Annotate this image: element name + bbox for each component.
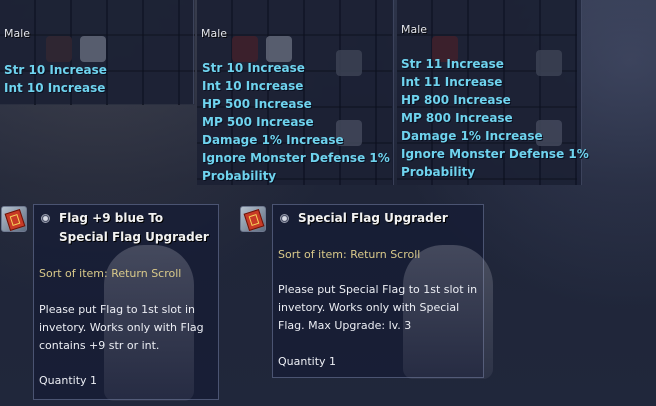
game-screen: Male Str 10 Increase Int 10 Increase Mal… <box>0 0 656 406</box>
item-quantity: Quantity 1 <box>39 374 98 387</box>
stat-line: Ignore Monster Defense 1% <box>401 147 589 161</box>
scroll-book-icon <box>243 208 265 232</box>
stat-tooltip-2: Male Str 10 Increase Int 10 Increase HP … <box>197 0 394 185</box>
gender-label: Male <box>401 23 428 36</box>
stat-line: Probability <box>401 165 476 179</box>
stat-line: Str 11 Increase <box>401 57 504 71</box>
item-title: Flag +9 blue To Special Flag Upgrader <box>59 211 209 244</box>
gender-label: Male <box>4 27 31 40</box>
item-title: Special Flag Upgrader <box>298 211 448 225</box>
stat-line: Str 10 Increase <box>202 61 305 75</box>
item-quantity: Quantity 1 <box>278 355 337 368</box>
stat-line: Int 11 Increase <box>401 75 503 89</box>
item-tooltip-1: Flag +9 blue To Special Flag Upgrader So… <box>33 204 219 401</box>
item-sort: Sort of item: Return Scroll <box>278 248 421 261</box>
stat-tooltip-1: Male Str 10 Increase Int 10 Increase <box>0 0 194 104</box>
stat-line: Str 10 Increase <box>4 63 107 77</box>
return-scroll-icon[interactable] <box>1 206 27 232</box>
stat-tooltip-3: Male Str 11 Increase Int 11 Increase HP … <box>397 0 589 185</box>
item-tooltip-2: Special Flag Upgrader Sort of item: Retu… <box>272 204 493 379</box>
item-description: Please put Flag to 1st slot in invetory.… <box>39 303 204 352</box>
stat-line: MP 800 Increase <box>401 111 513 125</box>
item-description: Please put Special Flag to 1st slot in i… <box>278 283 478 332</box>
item-type-icon <box>280 214 289 223</box>
stat-line: Probability <box>202 169 277 183</box>
stat-line: HP 500 Increase <box>202 97 312 111</box>
item-type-icon <box>41 214 50 223</box>
stat-line: HP 800 Increase <box>401 93 511 107</box>
gender-label: Male <box>201 27 228 40</box>
return-scroll-icon[interactable] <box>240 206 266 232</box>
stat-line: Damage 1% Increase <box>401 129 543 143</box>
stat-line: Ignore Monster Defense 1% <box>202 151 390 165</box>
stat-line: Int 10 Increase <box>202 79 304 93</box>
stat-line: Damage 1% Increase <box>202 133 344 147</box>
item-sort: Sort of item: Return Scroll <box>39 267 182 280</box>
stat-line: MP 500 Increase <box>202 115 314 129</box>
stat-line: Int 10 Increase <box>4 81 106 95</box>
scroll-book-icon <box>4 208 26 232</box>
